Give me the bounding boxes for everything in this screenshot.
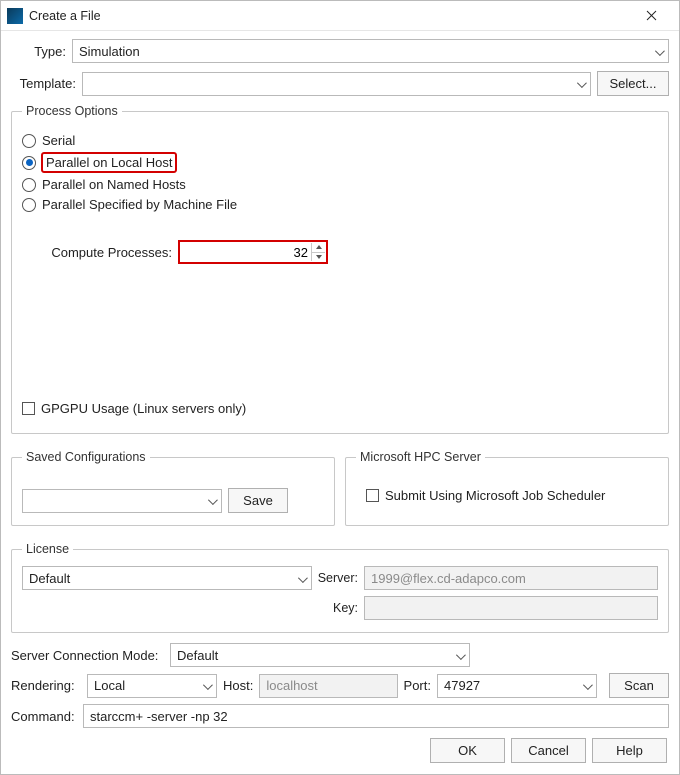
compute-processes-input[interactable] <box>180 245 326 260</box>
radio-icon <box>22 156 36 170</box>
license-server-label: Server: <box>312 571 364 585</box>
spin-down-icon[interactable] <box>311 253 325 262</box>
chevron-down-icon <box>298 571 305 586</box>
type-label: Type: <box>11 44 66 59</box>
port-label: Port: <box>404 678 431 693</box>
license-legend: License <box>22 542 73 556</box>
template-combo[interactable] <box>82 72 591 96</box>
rendering-combo[interactable]: Local <box>87 674 217 698</box>
help-button[interactable]: Help <box>592 738 667 763</box>
template-label: Template: <box>11 76 76 91</box>
license-key-label: Key: <box>312 601 364 615</box>
chevron-down-icon <box>655 44 662 59</box>
scm-label: Server Connection Mode: <box>11 648 166 663</box>
cancel-button[interactable]: Cancel <box>511 738 586 763</box>
scan-button[interactable]: Scan <box>609 673 669 698</box>
titlebar: Create a File <box>1 1 679 31</box>
command-label: Command: <box>11 709 83 724</box>
process-options-legend: Process Options <box>22 104 122 118</box>
spin-buttons[interactable] <box>311 243 325 261</box>
window-title: Create a File <box>29 9 101 23</box>
license-combo[interactable]: Default <box>22 566 312 590</box>
radio-icon <box>22 134 36 148</box>
port-combo[interactable]: 47927 <box>437 674 597 698</box>
radio-icon <box>22 178 36 192</box>
chevron-down-icon <box>203 678 210 693</box>
radio-parallel-file[interactable]: Parallel Specified by Machine File <box>22 197 658 212</box>
saved-config-combo[interactable] <box>22 489 222 513</box>
radio-parallel-named[interactable]: Parallel on Named Hosts <box>22 177 658 192</box>
gpgpu-checkbox[interactable]: GPGPU Usage (Linux servers only) <box>22 401 246 416</box>
hpc-group: Microsoft HPC Server Submit Using Micros… <box>345 450 669 526</box>
scm-combo[interactable]: Default <box>170 643 470 667</box>
compute-label: Compute Processes: <box>22 245 172 260</box>
chevron-down-icon <box>208 493 215 508</box>
hpc-submit-checkbox[interactable]: Submit Using Microsoft Job Scheduler <box>366 488 658 503</box>
checkbox-icon <box>366 489 379 502</box>
radio-parallel-local[interactable]: Parallel on Local Host <box>22 153 658 172</box>
radio-icon <box>22 198 36 212</box>
process-options-group: Process Options Serial Parallel on Local… <box>11 104 669 434</box>
type-value: Simulation <box>79 44 140 59</box>
select-button[interactable]: Select... <box>597 71 669 96</box>
command-field[interactable]: starccm+ -server -np 32 <box>83 704 669 728</box>
checkbox-icon <box>22 402 35 415</box>
close-icon[interactable] <box>631 1 671 31</box>
radio-parallel-local-label: Parallel on Local Host <box>42 153 176 172</box>
rendering-label: Rendering: <box>11 678 81 693</box>
save-button[interactable]: Save <box>228 488 288 513</box>
host-label: Host: <box>223 678 253 693</box>
saved-config-legend: Saved Configurations <box>22 450 150 464</box>
saved-config-group: Saved Configurations Save <box>11 450 335 526</box>
chevron-down-icon <box>577 76 584 91</box>
spin-up-icon[interactable] <box>311 243 325 253</box>
license-group: License Default Server: 1999@flex.cd-ada… <box>11 542 669 633</box>
dialog-footer: OK Cancel Help <box>11 738 669 763</box>
ok-button[interactable]: OK <box>430 738 505 763</box>
license-server-field: 1999@flex.cd-adapco.com <box>364 566 658 590</box>
hpc-legend: Microsoft HPC Server <box>356 450 485 464</box>
chevron-down-icon <box>583 678 590 693</box>
app-icon <box>7 8 23 24</box>
chevron-down-icon <box>456 648 463 663</box>
license-key-field <box>364 596 658 620</box>
type-combo[interactable]: Simulation <box>72 39 669 63</box>
host-field: localhost <box>259 674 397 698</box>
radio-serial[interactable]: Serial <box>22 133 658 148</box>
compute-processes-spinner[interactable] <box>178 240 328 264</box>
